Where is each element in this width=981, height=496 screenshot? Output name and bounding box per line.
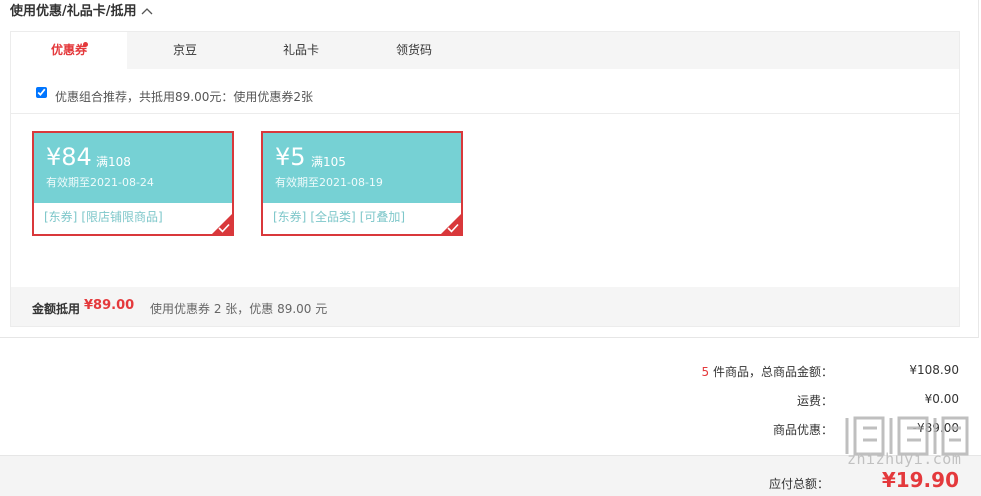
tab-pickup-code[interactable]: 领货码 (359, 32, 469, 69)
coupon-tag: [全品类] (310, 210, 356, 224)
tab-pickup-code-label: 领货码 (395, 43, 432, 57)
coupon-condition: 满108 (96, 155, 131, 169)
payable-amount: ¥19.90 (881, 468, 959, 492)
discount-summary-desc: 使用优惠券 2 张，优惠 89.00 元 (150, 302, 328, 316)
product-discount-value: -¥89.00 (912, 421, 959, 435)
combo-checkbox[interactable] (36, 87, 47, 98)
shipping-value: ¥0.00 (924, 392, 959, 406)
coupon-tag: [东券] (44, 210, 78, 224)
coupon-amount: ¥84 (46, 143, 92, 171)
section-title[interactable]: 使用优惠/礼品卡/抵用 (10, 2, 153, 22)
coupon-tag: [东券] (273, 210, 307, 224)
discount-panel: 优惠券 京豆 礼品卡 领货码 优惠组合推荐，共抵用89.00元：使用优惠券2张 … (10, 31, 960, 327)
combo-text: 优惠组合推荐，共抵用89.00元：使用优惠券2张 (55, 90, 313, 104)
coupon-amount: ¥5 (275, 143, 306, 171)
payable-footer: 应付总额： ¥19.90 (0, 455, 981, 496)
discount-summary-label: 金额抵用 (32, 302, 81, 316)
tab-giftcard[interactable]: 礼品卡 (243, 32, 359, 69)
coupon-card[interactable]: ¥5 满105 有效期至2021-08-19 [东券] [全品类] [可叠加] (261, 131, 463, 236)
tab-jingdou[interactable]: 京豆 (127, 32, 243, 69)
coupon-header: ¥5 满105 有效期至2021-08-19 (263, 133, 461, 203)
tab-coupon[interactable]: 优惠券 (11, 32, 127, 69)
section-title-text: 使用优惠/礼品卡/抵用 (10, 4, 137, 19)
coupon-tag: [限店铺限商品] (81, 210, 163, 224)
items-total-label: 5 件商品，总商品金额： (702, 363, 833, 380)
coupon-tags: [东券] [限店铺限商品] (44, 209, 167, 225)
payable-label: 应付总额： (768, 477, 829, 491)
coupon-header: ¥84 满108 有效期至2021-08-24 (34, 133, 232, 203)
right-border (978, 0, 979, 338)
coupon-condition: 满105 (311, 155, 346, 169)
discount-summary: 金额抵用 ¥89.00 使用优惠券 2 张，优惠 89.00 元 (11, 287, 959, 326)
tab-bar: 优惠券 京豆 礼品卡 领货码 (11, 32, 959, 69)
tab-jingdou-label: 京豆 (172, 43, 197, 57)
product-discount-label: 商品优惠： (772, 423, 833, 437)
shipping-label: 运费： (796, 394, 833, 408)
notification-dot (83, 42, 88, 47)
items-label-text: 件商品，总商品金额： (709, 365, 833, 379)
discount-summary-amount: ¥89.00 (84, 298, 135, 313)
chevron-up-icon[interactable] (141, 2, 153, 22)
coupon-card[interactable]: ¥84 满108 有效期至2021-08-24 [东券] [限店铺限商品] (32, 131, 234, 236)
coupon-tags: [东券] [全品类] [可叠加] (273, 209, 409, 225)
tab-giftcard-label: 礼品卡 (282, 43, 319, 57)
combo-recommend-row: 优惠组合推荐，共抵用89.00元：使用优惠券2张 (11, 69, 959, 114)
coupon-tag: [可叠加] (359, 210, 406, 224)
coupon-expiry: 有效期至2021-08-24 (46, 176, 154, 189)
items-total-value: ¥108.90 (909, 363, 959, 377)
check-icon (218, 223, 230, 233)
check-icon (447, 223, 459, 233)
tab-coupon-label: 优惠券 (50, 43, 87, 57)
section-divider (0, 337, 978, 338)
coupon-expiry: 有效期至2021-08-19 (275, 176, 383, 189)
